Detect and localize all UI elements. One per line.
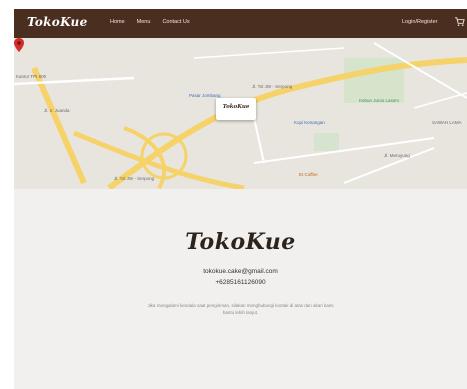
contact-email[interactable]: tokokue.cake@gmail.com (14, 268, 467, 275)
location-pin-icon[interactable] (14, 38, 24, 52)
map-label-road-left: Jl. Ir. Juanda (44, 108, 70, 113)
nav-link-home[interactable]: Home (110, 19, 125, 25)
map-label-sawah: SAWAH LAMA (432, 120, 462, 125)
map-label-road-right: Jl. Meruyung (384, 153, 410, 158)
map-label-kantor: Kantor TPI 800 (16, 74, 47, 79)
footer-logo: TokoKue (185, 229, 296, 255)
footer: TokoKue tokokue.cake@gmail.com +62851611… (14, 189, 467, 389)
location-map[interactable]: Kantor TPI 800 Pasar Jombang Jl. Tol JW … (14, 38, 467, 189)
cart-icon[interactable] (454, 16, 465, 27)
nav-link-contact[interactable]: Contact Us (162, 19, 189, 25)
map-place-card[interactable]: TokoKue (216, 98, 256, 120)
map-label-road-bottom: Jl. Tol JW - Serpong (114, 176, 155, 181)
footer-description: Jika mengalami kendala saat pengiriman, … (147, 303, 334, 315)
page-frame: TokoKue Home Menu Contact Us Login/Regis… (14, 9, 467, 389)
navbar: TokoKue Home Menu Contact Us Login/Regis… (14, 9, 467, 38)
map-label-road-top: Jl. Tol JW - Serpong (252, 84, 293, 89)
nav-links: Home Menu Contact Us (110, 19, 190, 25)
map-card-logo: TokoKue (222, 104, 250, 110)
map-label-coffee: Et Coffee (299, 172, 318, 177)
map-label-kebun: Kebun Jurus Lasem (359, 98, 400, 103)
map-label-pasar: Pasar Jombang (189, 93, 221, 98)
contact-phone[interactable]: +6285161126090 (14, 279, 467, 286)
login-register-link[interactable]: Login/Register (402, 19, 437, 25)
map-label-kopi: Kopi Kenangan (294, 120, 325, 125)
brand-logo[interactable]: TokoKue (27, 15, 88, 29)
nav-link-menu[interactable]: Menu (137, 19, 151, 25)
